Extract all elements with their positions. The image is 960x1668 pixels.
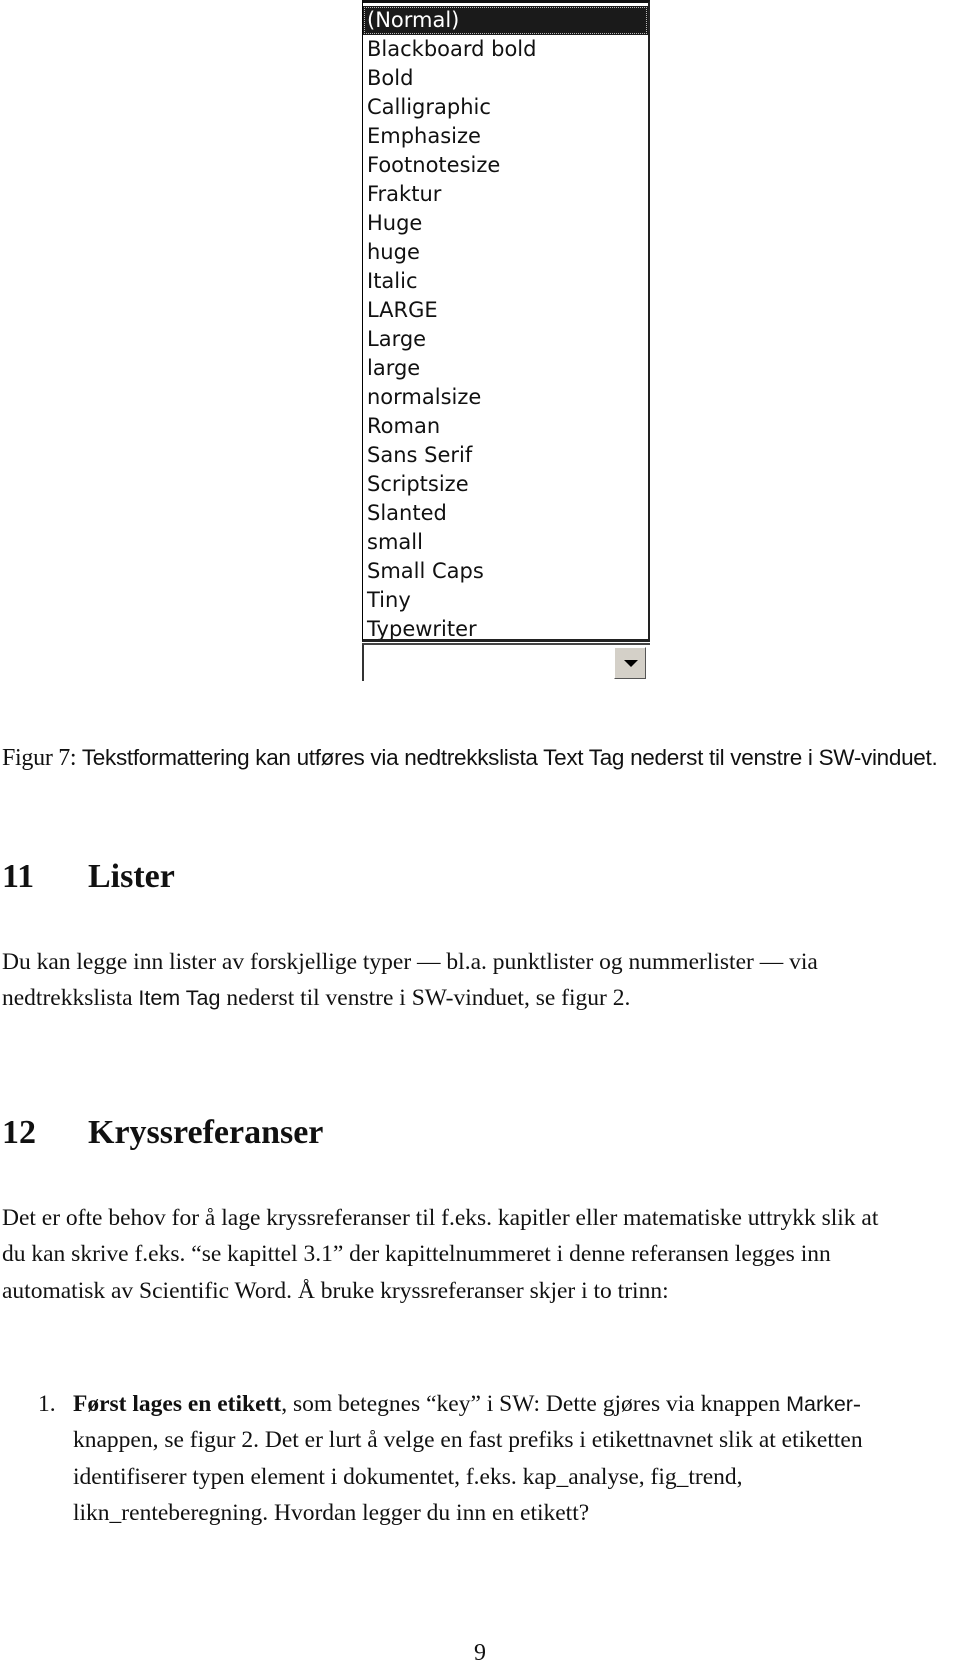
listbox-option[interactable]: large: [363, 354, 648, 383]
listbox-option[interactable]: Footnotesize: [363, 151, 648, 180]
section-title: Lister: [88, 858, 175, 895]
listbox-option[interactable]: normalsize: [363, 383, 648, 412]
ui-term-item-tag: Item Tag: [138, 986, 221, 1011]
listbox-option[interactable]: Large: [363, 325, 648, 354]
figure-caption-text: Tekstformattering kan utføres via nedtre…: [81, 745, 938, 770]
listbox-option[interactable]: small: [363, 528, 648, 557]
listbox-option[interactable]: Emphasize: [363, 122, 648, 151]
lister-paragraph: Du kan legge inn lister av forskjellige …: [2, 944, 902, 1017]
listbox-option[interactable]: Calligraphic: [363, 93, 648, 122]
numbered-list-item: 1. Først lages en etikett, som betegnes …: [38, 1386, 938, 1531]
listbox-option[interactable]: Bold: [363, 64, 648, 93]
text-tag-listbox[interactable]: (Normal) Blackboard bold Bold Calligraphic E…: [362, 0, 650, 642]
listbox-option[interactable]: huge: [363, 238, 648, 267]
listbox-option[interactable]: Sans Serif: [363, 441, 648, 470]
ui-term-marker: Marker: [786, 1392, 853, 1416]
listbox-option[interactable]: Fraktur: [363, 180, 648, 209]
section-number: 11: [2, 858, 35, 895]
listbox-option[interactable]: (Normal): [363, 6, 648, 35]
listbox-option[interactable]: Scriptsize: [363, 470, 648, 499]
section-title: Kryssreferanser: [88, 1114, 324, 1151]
figure-caption: Figur 7: Tekstformattering kan utføres v…: [2, 740, 952, 776]
listbox-option[interactable]: Small Caps: [363, 557, 648, 586]
chevron-down-icon: [624, 660, 638, 667]
list-item-bold-lead: Først lages en etikett: [73, 1391, 282, 1417]
list-item-body: Først lages en etikett, som betegnes “ke…: [73, 1386, 938, 1531]
paragraph-text: nederst til venstre i SW-vinduet, se fig…: [220, 985, 631, 1012]
listbox-option[interactable]: Roman: [363, 412, 648, 441]
section-number: 12: [2, 1114, 36, 1151]
listbox-option[interactable]: Typewriter: [363, 615, 648, 639]
listbox-option[interactable]: Tiny: [363, 586, 648, 615]
page-number: 9: [474, 1640, 486, 1666]
listbox-items: (Normal) Blackboard bold Bold Calligraphic E…: [363, 6, 648, 639]
listbox-option[interactable]: Blackboard bold: [363, 35, 648, 64]
section-heading-lister: 11 Lister: [2, 858, 175, 896]
text-tag-combobox[interactable]: [362, 643, 650, 681]
section-heading-kryssreferanser: 12 Kryssreferanser: [2, 1114, 323, 1152]
kryssreferanser-paragraph: Det er ofte behov for å lage kryssrefera…: [2, 1205, 879, 1304]
dropdown-button[interactable]: [614, 647, 646, 679]
listbox-option[interactable]: Italic: [363, 267, 648, 296]
figure-label: Figur 7:: [2, 745, 77, 771]
listbox-option[interactable]: Slanted: [363, 499, 648, 528]
list-item-text: , som betegnes “key” i SW: Dette gjøres …: [281, 1391, 787, 1417]
listbox-option[interactable]: Huge: [363, 209, 648, 238]
listbox-option[interactable]: LARGE: [363, 296, 648, 325]
list-marker: 1.: [38, 1391, 56, 1417]
